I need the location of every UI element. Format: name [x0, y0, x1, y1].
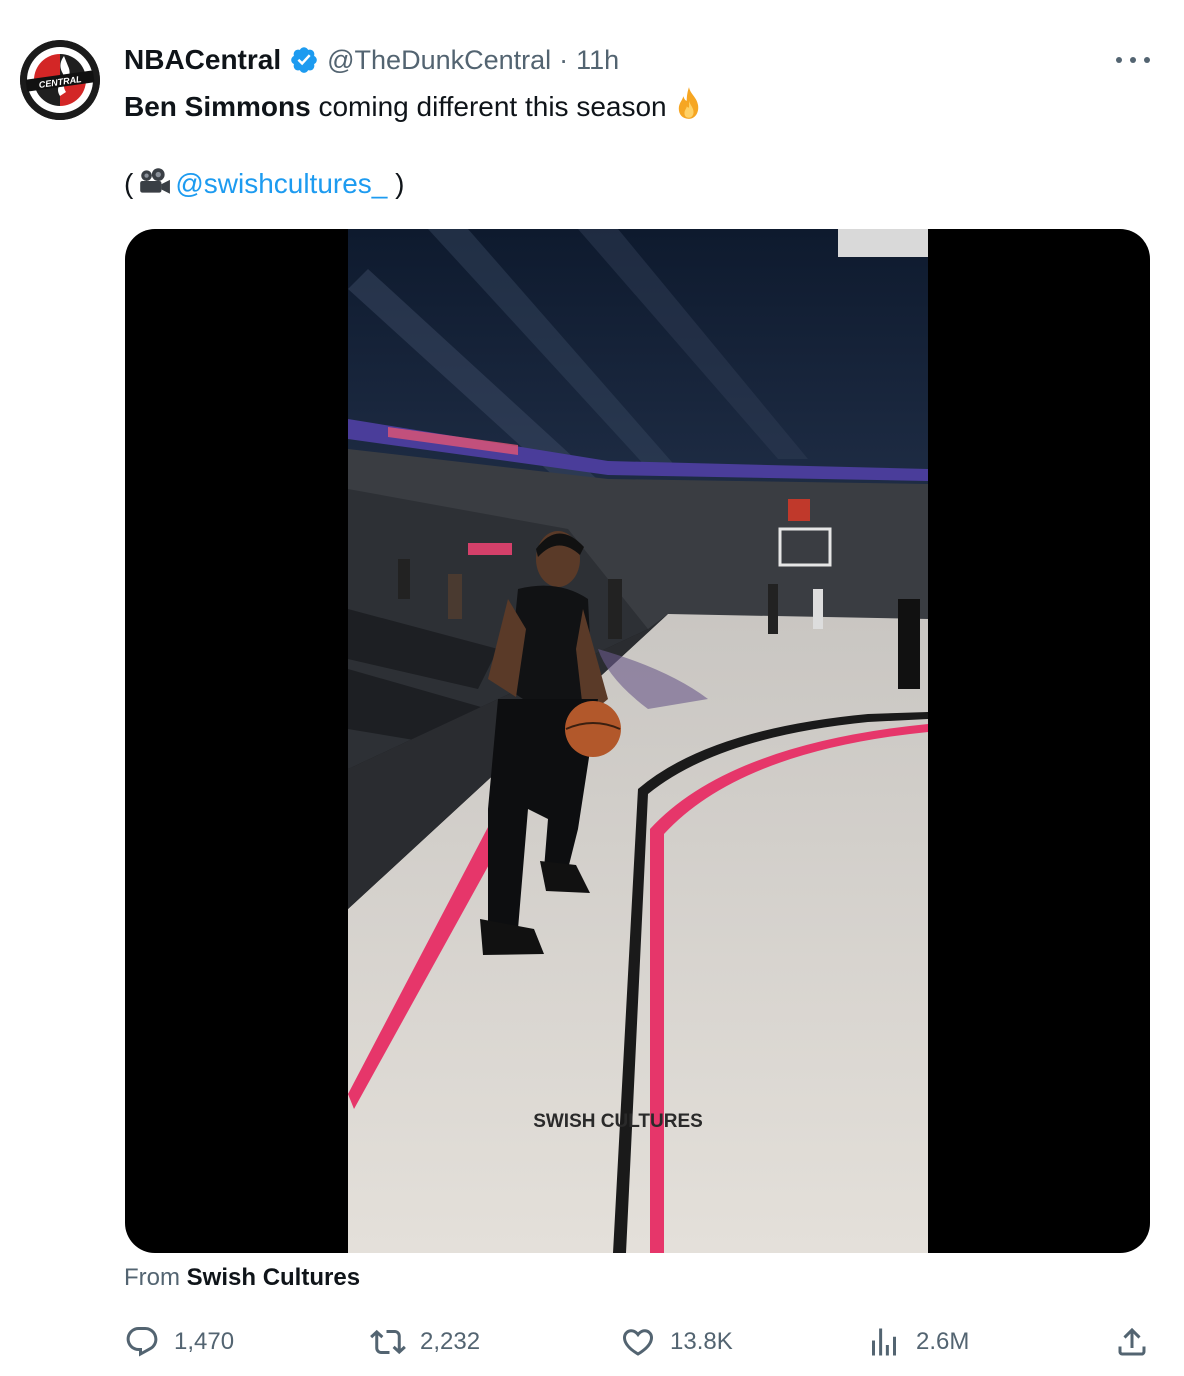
tweet-text-rest: coming different this season	[310, 91, 667, 122]
retweet-button[interactable]: 2,232	[370, 1324, 480, 1360]
heart-icon	[622, 1329, 654, 1356]
credit-mention-link[interactable]: @swishcultures_	[175, 168, 387, 199]
share-button[interactable]	[1114, 1324, 1164, 1360]
reply-button[interactable]: 1,470	[124, 1324, 234, 1360]
avatar-logo: CENTRAL	[20, 40, 100, 120]
tweet-text-bold: Ben Simmons	[124, 91, 311, 122]
like-count: 13.8K	[670, 1328, 733, 1355]
like-button[interactable]: 13.8K	[620, 1324, 733, 1360]
media-source-prefix: From	[124, 1264, 187, 1291]
credit-close-paren: )	[387, 168, 405, 199]
tweet-header: NBACentral @TheDunkCentral · 11h	[124, 42, 619, 78]
avatar[interactable]: CENTRAL	[20, 40, 100, 120]
verified-badge-icon	[289, 45, 319, 75]
reply-icon	[126, 1327, 158, 1357]
separator-dot: ·	[559, 44, 569, 75]
more-options-icon[interactable]	[1116, 48, 1150, 72]
views-button[interactable]: 2.6M	[866, 1324, 969, 1360]
video-frame[interactable]: SWISH CULTURES	[348, 229, 928, 1253]
tweet: CENTRAL NBACentral @TheDunkCentral · 11h…	[0, 0, 1184, 1376]
video-still: SWISH CULTURES	[348, 229, 928, 1253]
tweet-credit: ( @swishcultures_ )	[124, 166, 405, 206]
retweet-count: 2,232	[420, 1328, 481, 1355]
retweet-icon	[370, 1329, 406, 1355]
author-handle[interactable]: @TheDunkCentral	[327, 45, 551, 76]
share-icon	[1118, 1327, 1146, 1356]
video-player[interactable]: SWISH CULTURES	[125, 229, 1150, 1253]
video-watermark: SWISH CULTURES	[533, 1111, 703, 1132]
tweet-text: Ben Simmons coming different this season	[124, 86, 703, 129]
movie-camera-icon	[137, 167, 171, 206]
display-name[interactable]: NBACentral	[124, 44, 281, 76]
views-chart-icon	[872, 1328, 896, 1356]
action-bar: 1,470 2,232 13.8K 2.6M	[0, 1316, 1184, 1372]
media-source: From Swish Cultures	[124, 1264, 360, 1292]
credit-open-paren: (	[124, 168, 134, 199]
reply-count: 1,470	[174, 1328, 235, 1355]
media-source-link[interactable]: Swish Cultures	[187, 1264, 360, 1291]
fire-icon	[675, 86, 703, 129]
views-count: 2.6M	[916, 1328, 970, 1355]
timestamp[interactable]: 11h	[576, 45, 619, 76]
